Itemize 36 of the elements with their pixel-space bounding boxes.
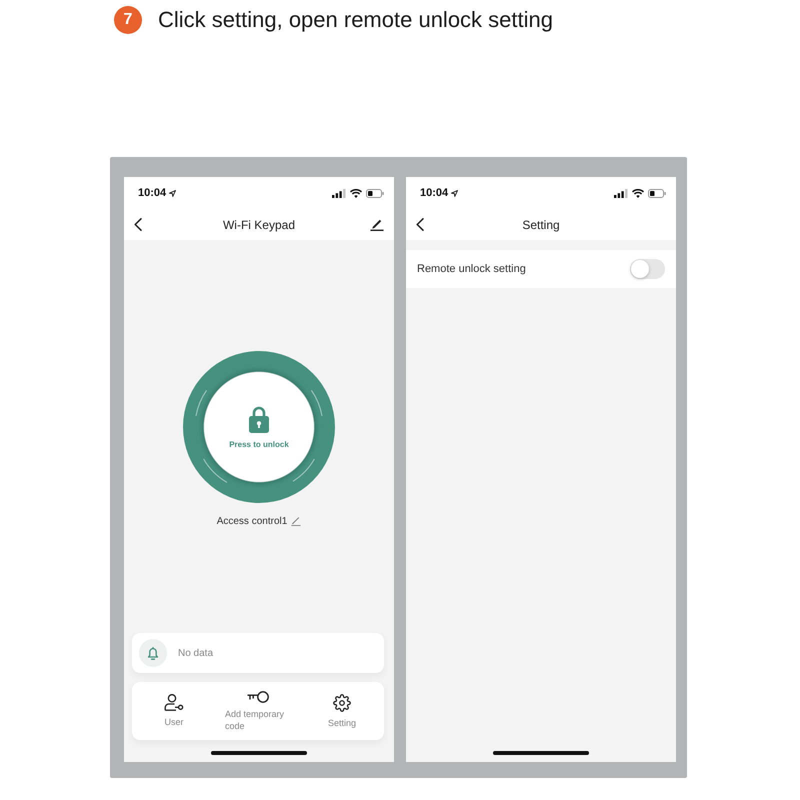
- setting-button[interactable]: Setting: [328, 694, 356, 728]
- signal-icon: [332, 188, 346, 198]
- back-button[interactable]: [416, 218, 424, 231]
- rename-button[interactable]: [291, 517, 302, 526]
- key-icon: [247, 690, 269, 702]
- person-icon: [164, 694, 184, 711]
- step-number-badge: 7: [114, 6, 142, 34]
- pencil-icon: [291, 517, 302, 526]
- step-instruction: Click setting, open remote unlock setting: [158, 7, 553, 33]
- battery-icon: [366, 188, 384, 198]
- bell-icon: [139, 639, 167, 667]
- status-time: 10:04: [138, 187, 166, 199]
- location-arrow-icon: [451, 190, 458, 196]
- wifi-icon: [350, 188, 362, 198]
- device-name: Access control1: [216, 516, 288, 527]
- screen-title: Wi-Fi Keypad: [222, 218, 296, 232]
- status-time: 10:04: [420, 187, 448, 199]
- signal-icon: [614, 188, 628, 198]
- battery-icon: [648, 188, 666, 198]
- pencil-icon: [370, 218, 384, 230]
- empty-message: No data: [178, 648, 214, 658]
- back-button[interactable]: [134, 218, 142, 231]
- padlock-icon: [249, 406, 269, 432]
- screen-title: Setting: [522, 218, 560, 232]
- wifi-icon: [632, 188, 644, 198]
- back-chevron-icon: [134, 218, 142, 231]
- setting-label: Remote unlock setting: [417, 263, 526, 275]
- settings-icon: [333, 694, 351, 712]
- location-arrow-icon: [169, 190, 176, 196]
- toggle-switch[interactable]: [630, 259, 665, 279]
- unlock-button[interactable]: Press to unlock: [183, 351, 335, 503]
- user-button[interactable]: User: [164, 694, 184, 728]
- notification-card[interactable]: No data: [132, 633, 384, 673]
- back-chevron-icon: [416, 218, 424, 231]
- edit-button[interactable]: [370, 218, 384, 230]
- temporary-code-button[interactable]: Add temporary code: [225, 690, 291, 732]
